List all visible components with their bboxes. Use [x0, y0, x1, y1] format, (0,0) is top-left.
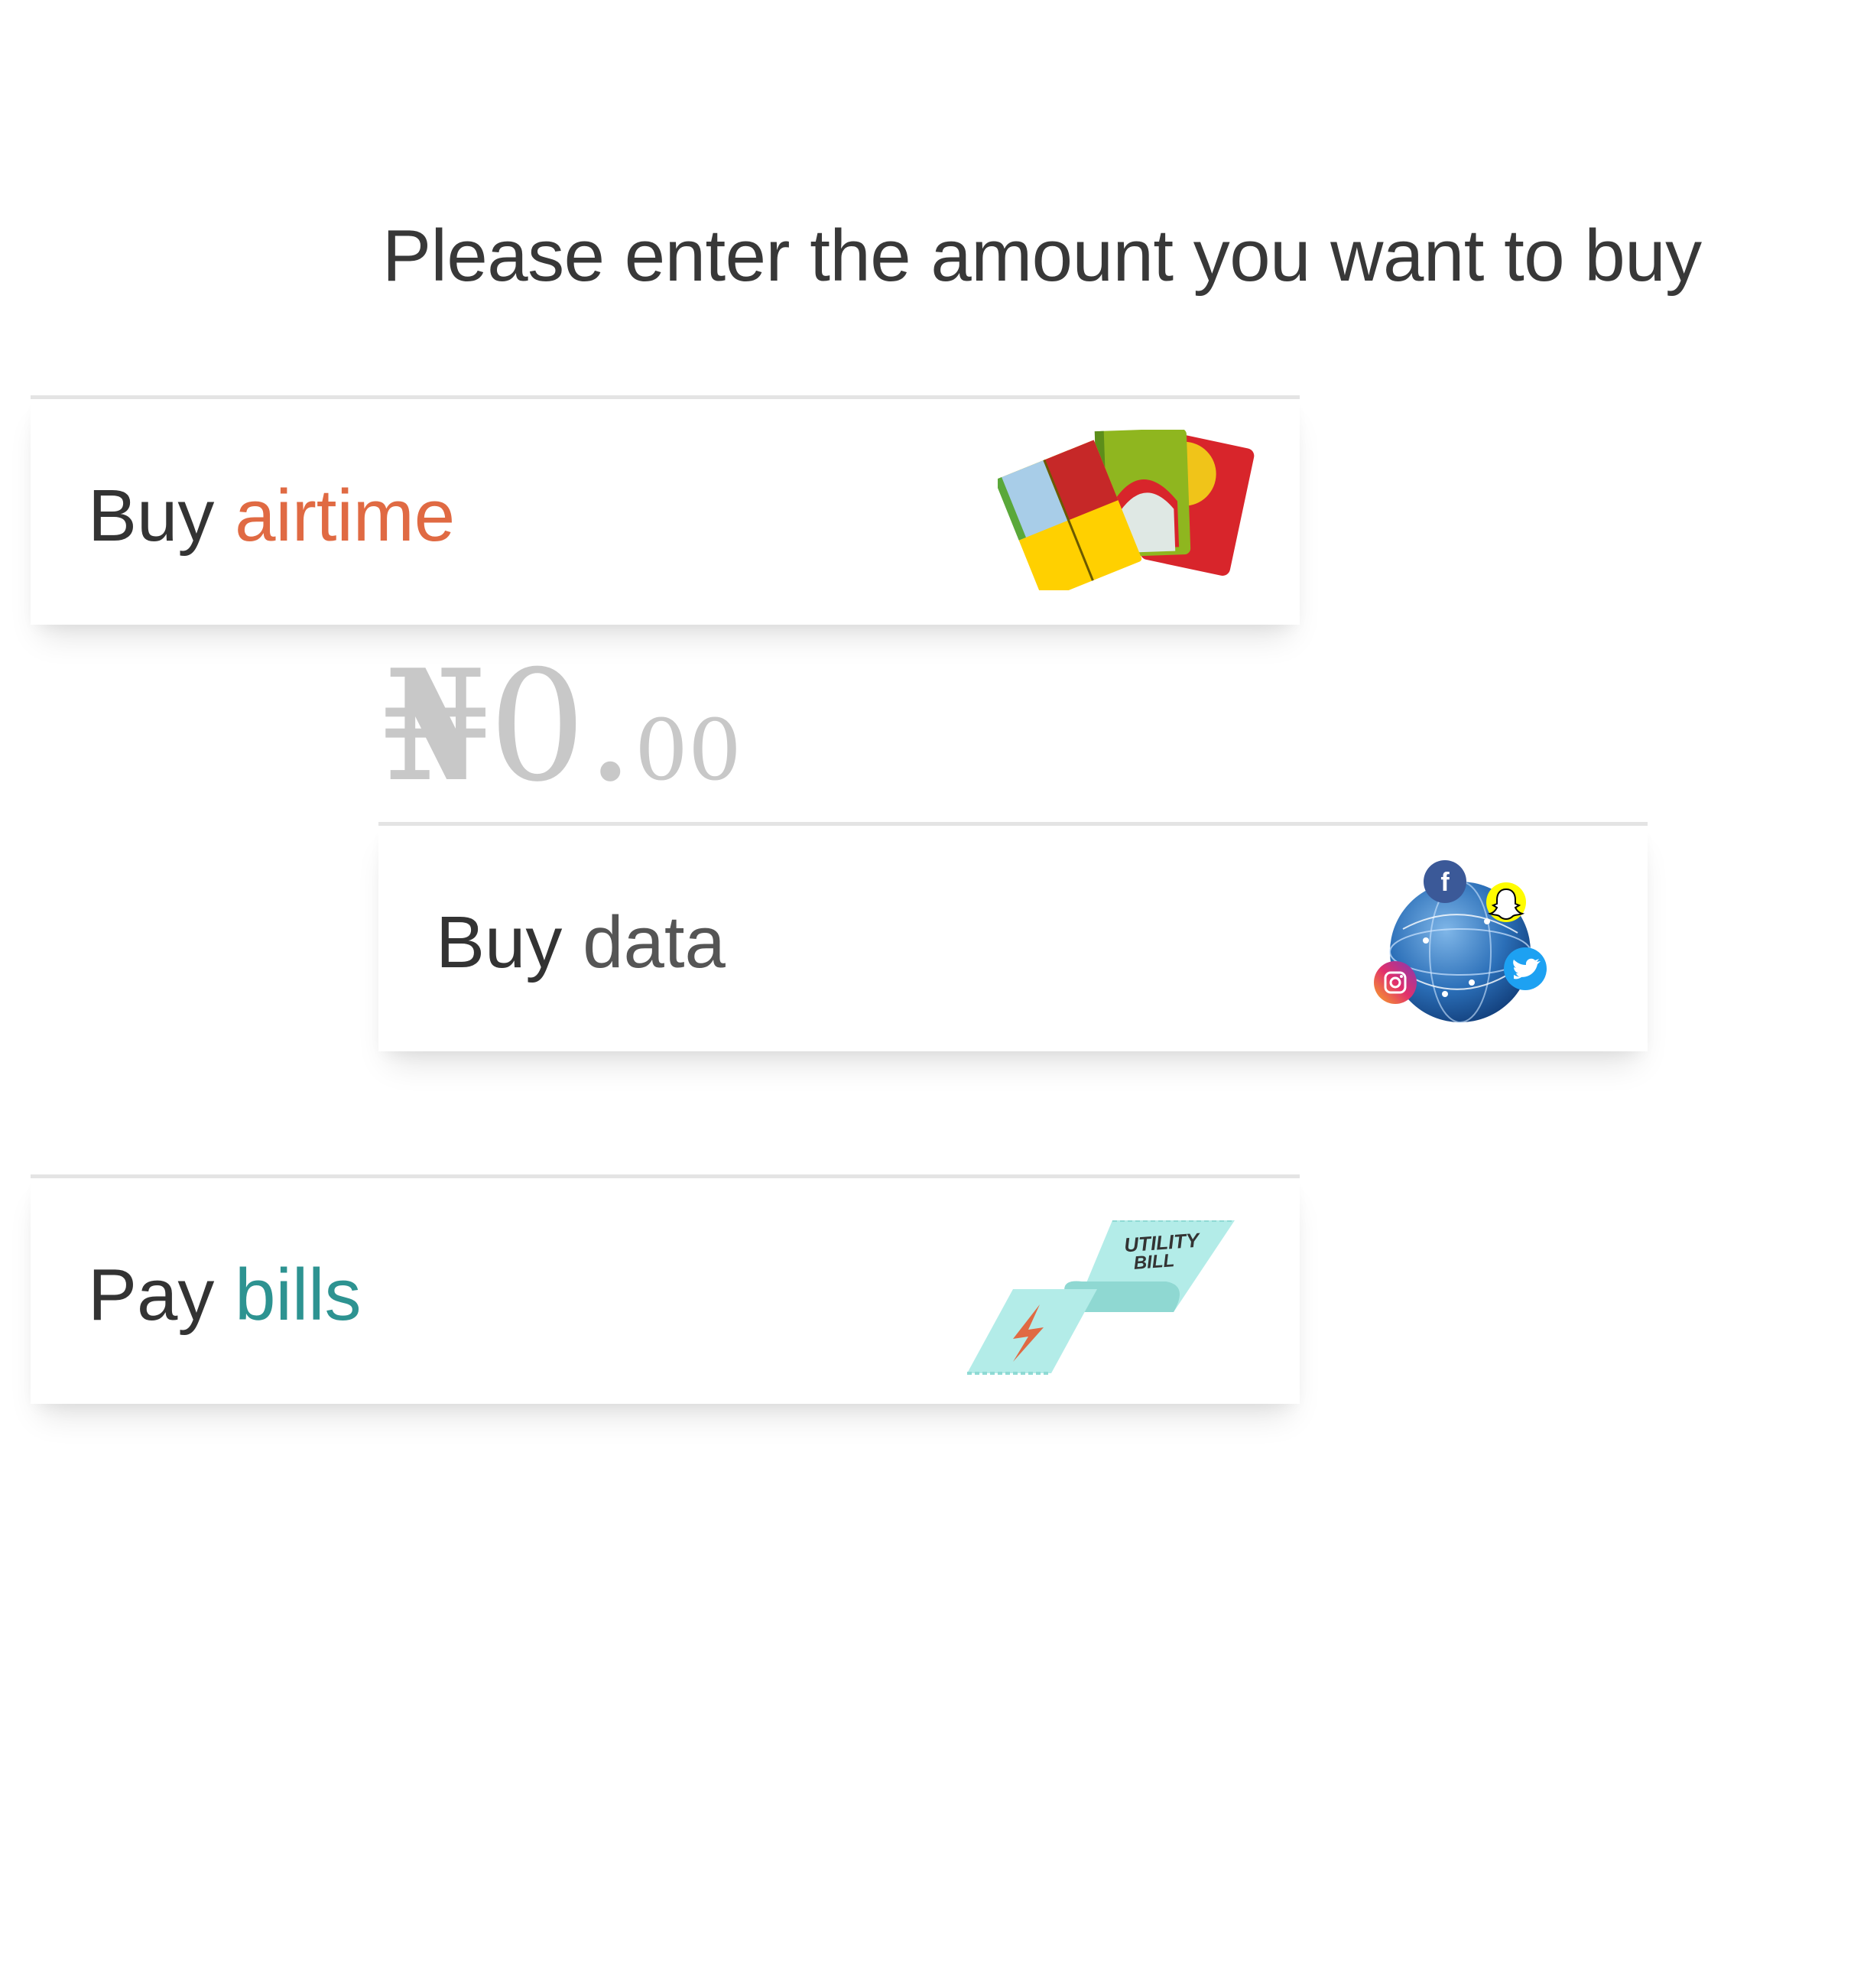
bill-text-line2: BILL — [1133, 1250, 1175, 1274]
snapchat-icon — [1486, 882, 1526, 922]
pay-bills-verb: Pay — [88, 1254, 215, 1336]
utility-bill-ribbon-icon: UTILITY BILL — [967, 1220, 1235, 1375]
facebook-icon: f — [1424, 860, 1466, 903]
amount-prompt: Please enter the amount you want to buy — [382, 215, 1702, 297]
buy-data-card[interactable]: Buy data f — [378, 822, 1648, 1051]
pay-bills-label: Pay bills — [88, 1253, 361, 1337]
globe-social-media-icon: f — [1374, 860, 1547, 1023]
svg-text:f: f — [1440, 868, 1450, 897]
buy-airtime-label: Buy airtime — [88, 474, 455, 558]
amount-whole: 0 — [489, 638, 586, 816]
buy-airtime-verb: Buy — [88, 475, 215, 557]
amount-input-display[interactable]: ₦ 0. 00 — [382, 636, 742, 816]
currency-symbol: ₦ — [382, 636, 489, 816]
buy-data-verb: Buy — [436, 901, 563, 983]
pay-bills-card[interactable]: Pay bills UTILITY BILL — [31, 1174, 1300, 1404]
pay-bills-noun: bills — [235, 1254, 362, 1336]
amount-decimal-separator: . — [586, 638, 635, 816]
twitter-icon — [1504, 947, 1547, 990]
sim-cards-icon — [998, 430, 1255, 590]
buy-airtime-card[interactable]: Buy airtime — [31, 395, 1300, 625]
amount-fraction: 00 — [635, 701, 742, 799]
buy-airtime-noun: airtime — [235, 475, 456, 557]
buy-data-noun: data — [583, 901, 726, 983]
buy-data-label: Buy data — [436, 901, 726, 985]
instagram-icon — [1374, 961, 1417, 1004]
